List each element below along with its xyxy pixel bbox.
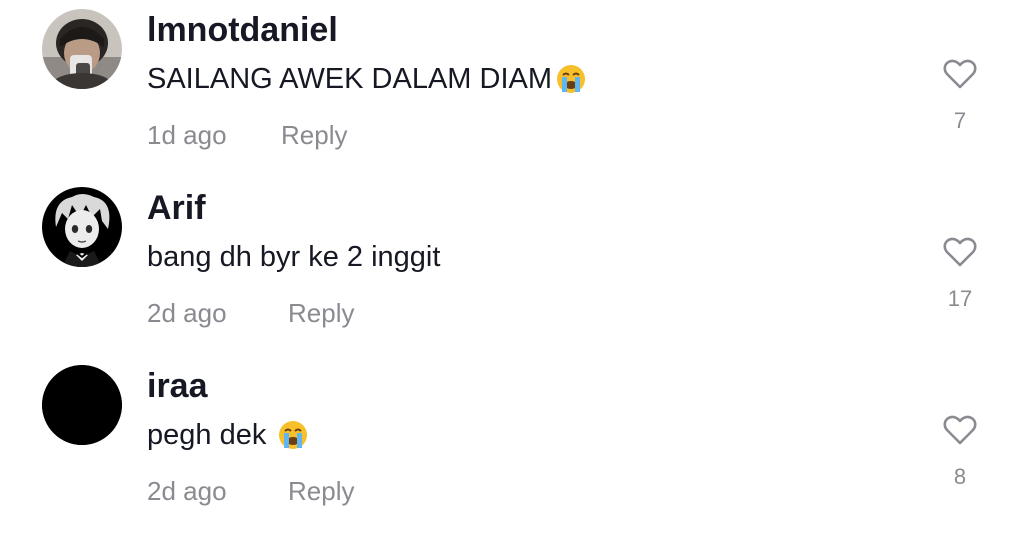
user-photo-icon	[42, 9, 122, 89]
like-count: 8	[953, 464, 967, 489]
comment-username[interactable]: iraa	[147, 366, 208, 406]
comment-text-body: SAILANG AWEK DALAM DIAM	[147, 63, 553, 95]
like-button[interactable]: 8	[936, 412, 984, 502]
black-avatar-icon	[42, 365, 122, 445]
comment-item: Arif bang dh byr ke 2 inggit 2d ago Repl…	[0, 178, 1030, 356]
comment-timestamp: 2d ago	[147, 298, 227, 328]
like-button[interactable]: 7	[936, 56, 984, 146]
like-count: 17	[947, 286, 973, 311]
heart-icon	[943, 237, 977, 267]
avatar[interactable]	[42, 9, 122, 89]
reply-button[interactable]: Reply	[288, 474, 354, 508]
loudly-crying-face-icon	[279, 421, 308, 449]
comment-text: pegh dek	[147, 416, 308, 454]
avatar[interactable]	[42, 187, 122, 267]
comment-username[interactable]: lmnotdaniel	[147, 10, 338, 50]
avatar[interactable]	[42, 365, 122, 445]
comment-timestamp: 2d ago	[147, 476, 227, 506]
comment-text: bang dh byr ke 2 inggit	[147, 238, 440, 276]
comment-text-body: bang dh byr ke 2 inggit	[147, 241, 441, 273]
comment-timestamp: 1d ago	[147, 120, 227, 150]
comment-username[interactable]: Arif	[147, 188, 206, 228]
heart-icon	[943, 59, 977, 89]
loudly-crying-face-icon	[557, 65, 586, 93]
comment-text-body: pegh dek	[147, 419, 275, 451]
like-count: 7	[953, 108, 967, 133]
anime-character-icon	[42, 187, 122, 267]
like-button[interactable]: 17	[936, 234, 984, 324]
heart-icon	[943, 415, 977, 445]
reply-button[interactable]: Reply	[281, 118, 347, 152]
reply-button[interactable]: Reply	[288, 296, 354, 330]
comment-item: lmnotdaniel SAILANG AWEK DALAM DIAM 1d a…	[0, 0, 1030, 178]
comment-text: SAILANG AWEK DALAM DIAM	[147, 60, 586, 98]
comment-item: iraa pegh dek 2d ago Reply 8	[0, 356, 1030, 534]
